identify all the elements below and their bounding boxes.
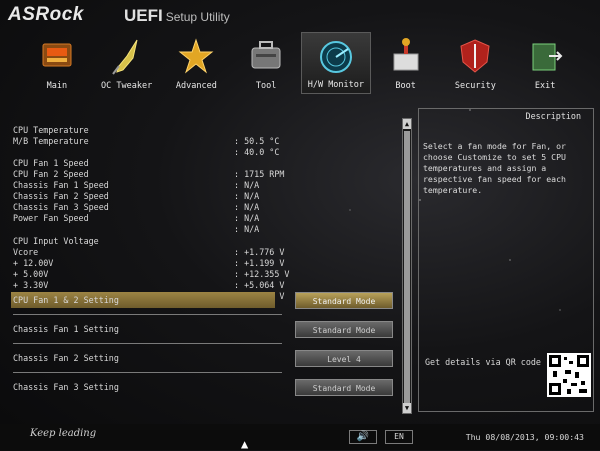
mouse-cursor-icon: ▲ [241, 437, 249, 451]
scrollbar[interactable]: ▲ ▼ [402, 118, 412, 414]
chassis-fan-2-mode-button[interactable]: Level 4 [295, 350, 393, 367]
language-button[interactable]: EN [385, 430, 413, 444]
speaker-icon[interactable]: 🔊 [349, 430, 377, 444]
reading-chassis-fan-1-speed: Chassis Fan 1 Speed : N/A [13, 169, 259, 201]
tab-label: Security [454, 81, 496, 91]
reading-chassis-fan-2-speed: Chassis Fan 2 Speed : N/A [13, 180, 259, 212]
shield-icon [460, 39, 490, 73]
exit-icon [532, 43, 563, 71]
scroll-down-icon[interactable]: ▼ [403, 403, 411, 413]
setting-chassis-fan-2[interactable]: Chassis Fan 2 Setting Level 4 [13, 343, 395, 367]
header: ASRock UEFI Setup Utility [0, 0, 600, 30]
tab-main[interactable]: Main [22, 32, 92, 94]
reading-value: : 50.5 °C [234, 136, 280, 146]
reading-chassis-fan-3-speed: Chassis Fan 3 Speed : N/A [13, 191, 259, 223]
setting-cpu-fan-1-2[interactable]: CPU Fan 1 & 2 Setting Standard Mode [11, 292, 395, 309]
tab-hw-monitor[interactable]: H/W Monitor [301, 32, 371, 94]
tab-label: Exit [534, 81, 556, 91]
reading-cpu-input-voltage: CPU Input Voltage : +1.776 V [13, 225, 284, 257]
star-icon [178, 38, 214, 74]
reading-label: + 3.30V [13, 280, 49, 290]
reading-3v3: + 3.30V : +3.360 V [13, 269, 284, 301]
description-title: Description [525, 111, 581, 121]
reading-value: : N/A [234, 191, 260, 201]
divider [13, 343, 282, 344]
tab-label: Main [46, 81, 68, 91]
reading-cpu-fan-1-speed: CPU Fan 1 Speed : 1715 RPM [13, 147, 284, 179]
reading-value: : N/A [234, 213, 260, 223]
divider [13, 314, 282, 315]
reading-cpu-fan-2-speed: CPU Fan 2 Speed : N/A [13, 158, 259, 190]
tab-boot[interactable]: Boot [371, 32, 441, 94]
cpu-fan-mode-button[interactable]: Standard Mode [295, 292, 393, 309]
reading-value: : N/A [234, 202, 260, 212]
reading-label: M/B Temperature [13, 136, 89, 146]
reading-value: : 1715 RPM [234, 169, 285, 179]
tab-label: H/W Monitor [307, 80, 365, 90]
tab-tool[interactable]: Tool [231, 32, 301, 94]
tab-oc-tweaker[interactable]: OC Tweaker [92, 32, 162, 94]
reading-value: : N/A [234, 180, 260, 190]
reading-value: : +12.355 V [234, 269, 290, 279]
chassis-fan-1-mode-button[interactable]: Standard Mode [295, 321, 393, 338]
toolbox-icon [251, 41, 281, 69]
setting-label: Chassis Fan 3 Setting [13, 382, 119, 392]
reading-cpu-temperature: CPU Temperature : 50.5 °C [13, 114, 279, 146]
rocket-icon [111, 39, 138, 75]
tab-exit[interactable]: Exit [510, 32, 580, 94]
tab-advanced[interactable]: Advanced [162, 32, 232, 94]
scroll-thumb[interactable] [404, 131, 410, 403]
reading-mb-temperature: M/B Temperature : 40.0 °C [13, 125, 279, 157]
reading-power-fan-speed: Power Fan Speed : N/A [13, 202, 259, 234]
tab-label: Advanced [175, 81, 217, 91]
tab-label: Boot [395, 81, 416, 91]
brand-logo: ASRock [8, 4, 84, 25]
tab-security[interactable]: Security [441, 32, 511, 94]
reading-value: : +1.199 V [234, 258, 285, 268]
setting-label: Chassis Fan 2 Setting [13, 353, 119, 363]
reading-5v: + 5.00V : +5.064 V [13, 258, 284, 290]
setting-label: Chassis Fan 1 Setting [13, 324, 119, 334]
setting-chassis-fan-3[interactable]: Chassis Fan 3 Setting Standard Mode [13, 372, 395, 396]
tab-label: Tool [255, 81, 277, 91]
chassis-fan-3-mode-button[interactable]: Standard Mode [295, 379, 393, 396]
setting-chassis-fan-1[interactable]: Chassis Fan 1 Setting Standard Mode [13, 314, 395, 338]
reading-value: : 40.0 °C [234, 147, 280, 157]
scroll-up-icon[interactable]: ▲ [403, 119, 411, 129]
boot-icon [393, 38, 419, 71]
description-text: Select a fan mode for Fan, or choose Cus… [423, 141, 566, 195]
product-title: UEFI Setup Utility [124, 6, 230, 26]
description-panel: Description Select a fan mode for Fan, o… [418, 108, 594, 412]
reading-label: Power Fan Speed [13, 213, 89, 223]
qr-caption: Get details via QR code [425, 357, 541, 367]
setting-label: CPU Fan 1 & 2 Setting [13, 295, 119, 305]
datetime: Thu 08/08/2013, 09:00:43 [465, 432, 584, 442]
product-subtitle: Setup Utility [165, 10, 230, 24]
product-name: UEFI [124, 6, 163, 25]
reading-vcore: Vcore : +1.199 V [13, 236, 284, 268]
radar-icon [319, 41, 352, 73]
divider [13, 372, 282, 373]
tab-label: OC Tweaker [101, 81, 153, 91]
reading-value: : N/A [234, 224, 260, 234]
reading-value: : +5.064 V [234, 280, 285, 290]
reading-value: : +1.776 V [234, 247, 285, 257]
main-icon [42, 43, 72, 67]
reading-12v: + 12.00V : +12.355 V [13, 247, 289, 279]
keep-leading-logo: Keep leading [30, 428, 97, 439]
main-nav: Main OC Tweaker Advanced Tool H/W Monito… [22, 32, 580, 94]
qr-code-icon[interactable] [547, 353, 591, 397]
